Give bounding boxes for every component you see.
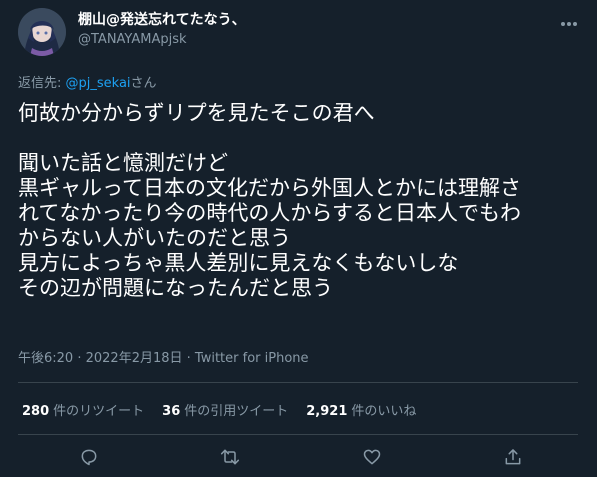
quotes-count: 36 (162, 404, 181, 419)
quotes-label: 件の引用ツイート (184, 404, 289, 419)
retweet-button[interactable] (215, 442, 245, 472)
share-button[interactable] (498, 442, 528, 472)
tweet-header: 棚山@発送忘れてたなう、 @TANAYAMApjsk (18, 8, 583, 56)
tweet-client-link[interactable]: Twitter for iPhone (195, 351, 309, 366)
likes-label: 件のいいね (351, 404, 417, 419)
author-names: 棚山@発送忘れてたなう、 @TANAYAMApjsk (78, 10, 246, 50)
retweets-label: 件のリツイート (53, 404, 145, 419)
tweet-line: 見方によっちゃ黒人差別に見えなくもないしな (18, 251, 459, 275)
tweet-line: 黒ギャルって日本の文化だから外国人とかには理解さ (18, 176, 521, 200)
heart-icon (363, 449, 381, 465)
retweets-count: 280 (22, 404, 50, 419)
divider (18, 382, 578, 383)
meta-separator: · (182, 351, 195, 366)
profile-avatar-image (18, 8, 66, 56)
more-options-button[interactable] (557, 14, 581, 34)
author-display-name[interactable]: 棚山@発送忘れてたなう、 (78, 10, 246, 30)
more-dots-icon (561, 22, 577, 26)
retweets-stat-link[interactable]: 280 件のリツイート (22, 400, 144, 419)
reply-to-suffix: さん (130, 76, 157, 91)
reply-button[interactable] (74, 442, 104, 472)
tweet-line: 聞いた話と憶測だけど (18, 151, 228, 175)
reply-to-prefix: 返信先: (18, 76, 66, 91)
tweet-text: 何故か分からずリプを見たそこの君へ 聞いた話と憶測だけど 黒ギャルって日本の文化… (18, 101, 588, 301)
reply-icon (81, 449, 97, 466)
reply-to-line: 返信先: @pj_sekaiさん (18, 72, 157, 91)
share-icon (505, 449, 521, 465)
tweet-date-link[interactable]: 2022年2月18日 (86, 351, 183, 366)
tweet-actions-bar (0, 442, 597, 472)
tweet-line: れてなかったり今の時代の人からすると日本人でもわ (18, 201, 521, 225)
likes-stat-link[interactable]: 2,921 件のいいね (306, 400, 416, 419)
tweet-line (18, 126, 588, 151)
quotes-stat-link[interactable]: 36 件の引用ツイート (162, 400, 288, 419)
tweet-time-link[interactable]: 午後6:20 (18, 351, 73, 366)
likes-count: 2,921 (306, 404, 348, 419)
meta-separator: · (73, 351, 86, 366)
tweet-line: からない人がいたのだと思う (18, 226, 291, 250)
tweet-meta: 午後6:20 · 2022年2月18日 · Twitter for iPhone (18, 347, 309, 366)
reply-to-mention-link[interactable]: @pj_sekai (66, 76, 131, 91)
avatar[interactable] (18, 8, 66, 56)
engagement-stats: 280 件のリツイート 36 件の引用ツイート 2,921 件のいいね (22, 400, 416, 419)
tweet-line: その辺が問題になったんだと思う (18, 276, 333, 300)
like-button[interactable] (357, 442, 387, 472)
divider (18, 434, 578, 435)
author-handle[interactable]: @TANAYAMApjsk (78, 30, 246, 50)
retweet-icon (220, 449, 240, 465)
tweet-line: 何故か分からずリプを見たそこの君へ (18, 101, 375, 125)
